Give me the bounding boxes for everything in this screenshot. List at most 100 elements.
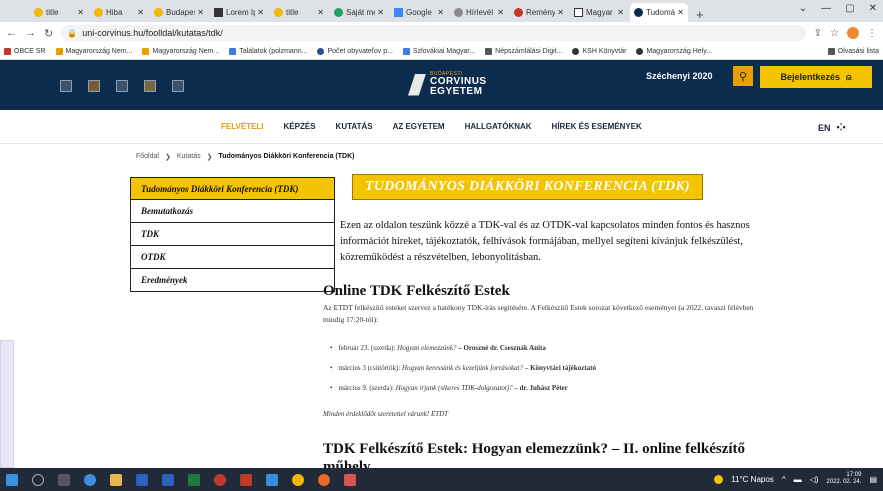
bookmark-item[interactable]: Magyarország Hely... [636,48,712,55]
social-icon[interactable] [60,80,72,92]
weather-text[interactable]: 11°C Napos [731,475,774,484]
nav-item-kutatas[interactable]: KUTATÁS [336,122,373,131]
event-speaker: – Oroszné dr. Csesznák Anita [458,344,546,352]
forward-icon[interactable]: → [25,27,36,39]
close-icon[interactable]: ✕ [497,8,504,17]
lock-icon[interactable]: 🔒 [67,29,77,38]
browser-tab[interactable]: Hírlevél ✕ [450,3,508,22]
bookmark-item[interactable]: Počet obyvateľov p... [317,48,393,55]
tab-favicon-icon [394,8,403,17]
close-icon[interactable]: ✕ [377,8,384,17]
breadcrumb-kutatas[interactable]: Kutatás [177,153,201,161]
nav-right: EN •⁚• [818,122,846,133]
event-speaker: – dr. Juhász Péter [514,384,568,392]
share-icon[interactable]: ⇪ [814,28,822,39]
bookmark-item[interactable]: KSH Könyvtár [572,48,626,55]
back-icon[interactable]: ← [6,27,17,39]
close-icon[interactable]: ✕ [317,8,324,17]
main-navigation: FELVÉTELI KÉPZÉS KUTATÁS AZ EGYETEM HALL… [0,110,883,144]
search-button[interactable]: ⚲ [733,66,753,86]
file-explorer-icon[interactable] [110,473,122,486]
bookmark-item[interactable]: Szlovákiai Magyar... [402,48,475,55]
profile-avatar[interactable] [847,27,859,39]
volume-icon[interactable]: ◁) [810,475,819,484]
network-icon[interactable]: ▬ [794,475,802,484]
start-icon[interactable] [6,473,18,486]
browser-tab[interactable]: Lorem Ip ✕ [210,3,268,22]
close-window-icon[interactable]: ✕ [869,3,877,14]
bookmark-item[interactable]: Találatok (polzmann... [229,48,307,55]
social-icon[interactable] [172,80,184,92]
app-icon[interactable] [214,473,226,486]
edge-icon[interactable] [84,473,96,486]
firefox-icon[interactable] [318,473,330,486]
sidebar-item-eredmenyek[interactable]: Eredmények [130,269,335,292]
nav-item-felveteli[interactable]: FELVÉTELI [221,122,264,131]
close-icon[interactable]: ✕ [137,8,144,17]
close-icon[interactable]: ✕ [677,8,684,17]
szechenyi-2020-link[interactable]: Széchenyi 2020 [646,71,713,81]
bookmark-item[interactable]: Népszámlálási Digit... [485,48,562,55]
bookmark-item[interactable]: Magyarország Nem... [55,48,132,55]
nav-item-az-egyetem[interactable]: AZ EGYETEM [393,122,445,131]
excel-icon[interactable] [188,473,200,486]
event-date: március 9. (szerda): [338,384,394,392]
close-icon[interactable]: ✕ [437,8,444,17]
tray-chevron-icon[interactable]: ^ [782,475,786,484]
nav-item-hallgatoknak[interactable]: HALLGATÓKNAK [465,122,532,131]
nav-item-hirek[interactable]: HÍREK ÉS ESEMÉNYEK [552,122,642,131]
app-icon[interactable] [266,473,278,486]
new-tab-button[interactable]: + [690,7,710,22]
page-title-box: TUDOMÁNYOS DIÁKKÖRI KONFERENCIA (TDK) [352,174,792,200]
chrome-icon[interactable] [292,473,304,486]
task-view-icon[interactable] [58,473,70,486]
browser-tab[interactable]: Google ✕ [390,3,448,22]
minimize-icon[interactable]: — [821,3,831,14]
browser-tab[interactable]: Hiba ✕ [90,3,148,22]
close-icon[interactable]: ✕ [257,8,264,17]
mail-icon[interactable] [136,473,148,486]
sidebar-item-otdk[interactable]: OTDK [130,246,335,269]
bookmark-item[interactable]: Magyarország Nem... [142,48,219,55]
login-button[interactable]: Bejelentkezés ⍝ [760,66,872,88]
accessibility-icon[interactable]: •⁚• [837,122,846,133]
app-icon[interactable] [344,473,356,486]
browser-tab[interactable]: Saját me ✕ [330,3,388,22]
reading-list[interactable]: Olvasási lista [827,48,879,55]
bookmarks-bar: OBCE SR Magyarország Nem... Magyarország… [0,44,883,60]
acrobat-icon[interactable] [240,473,252,486]
menu-icon[interactable]: ⋮ [867,28,877,39]
browser-tab[interactable]: title ✕ [30,3,88,22]
tab-search-icon[interactable]: ⌄ [799,3,807,14]
social-icon[interactable] [88,80,100,92]
social-icon[interactable] [116,80,128,92]
word-icon[interactable] [162,473,174,486]
browser-tab[interactable]: Budapest✕ [150,3,208,22]
bookmark-label: KSH Könyvtár [582,48,627,55]
bookmark-favicon-icon [402,48,410,55]
sidebar-item-tdk-konferencia[interactable]: Tudományos Diákköri Konferencia (TDK) [130,177,335,200]
nav-item-kepzes[interactable]: KÉPZÉS [284,122,316,131]
notifications-icon[interactable]: ▤ [869,475,877,484]
browser-tab[interactable]: Remény ✕ [510,3,568,22]
reload-icon[interactable]: ↻ [44,27,53,40]
language-switch[interactable]: EN [818,123,831,133]
browser-tab[interactable]: title ✕ [270,3,328,22]
search-icon[interactable] [32,473,44,486]
browser-tab[interactable]: Magyar ✕ [570,3,628,22]
url-field[interactable]: 🔒 uni-corvinus.hu/foolldal/kutatas/tdk/ [61,25,806,41]
close-icon[interactable]: ✕ [617,8,624,17]
sidebar-item-bemutatkozas[interactable]: Bemutatkozás [130,200,335,223]
breadcrumb-home[interactable]: Főoldal [136,153,159,161]
sidebar-item-tdk[interactable]: TDK [130,223,335,246]
corvinus-logo[interactable]: BUDAPESTI CORVINUS EGYETEM [408,72,487,97]
bookmark-item[interactable]: OBCE SR [4,48,46,55]
close-icon[interactable]: ✕ [197,8,204,17]
close-icon[interactable]: ✕ [77,8,84,17]
maximize-icon[interactable]: ▢ [845,3,854,14]
bookmark-star-icon[interactable]: ☆ [830,28,839,39]
browser-tab-active[interactable]: Tudomán✕ [630,3,688,22]
clock[interactable]: 17:09 2022. 02. 24. [826,472,861,486]
close-icon[interactable]: ✕ [557,8,564,17]
social-icon[interactable] [144,80,156,92]
